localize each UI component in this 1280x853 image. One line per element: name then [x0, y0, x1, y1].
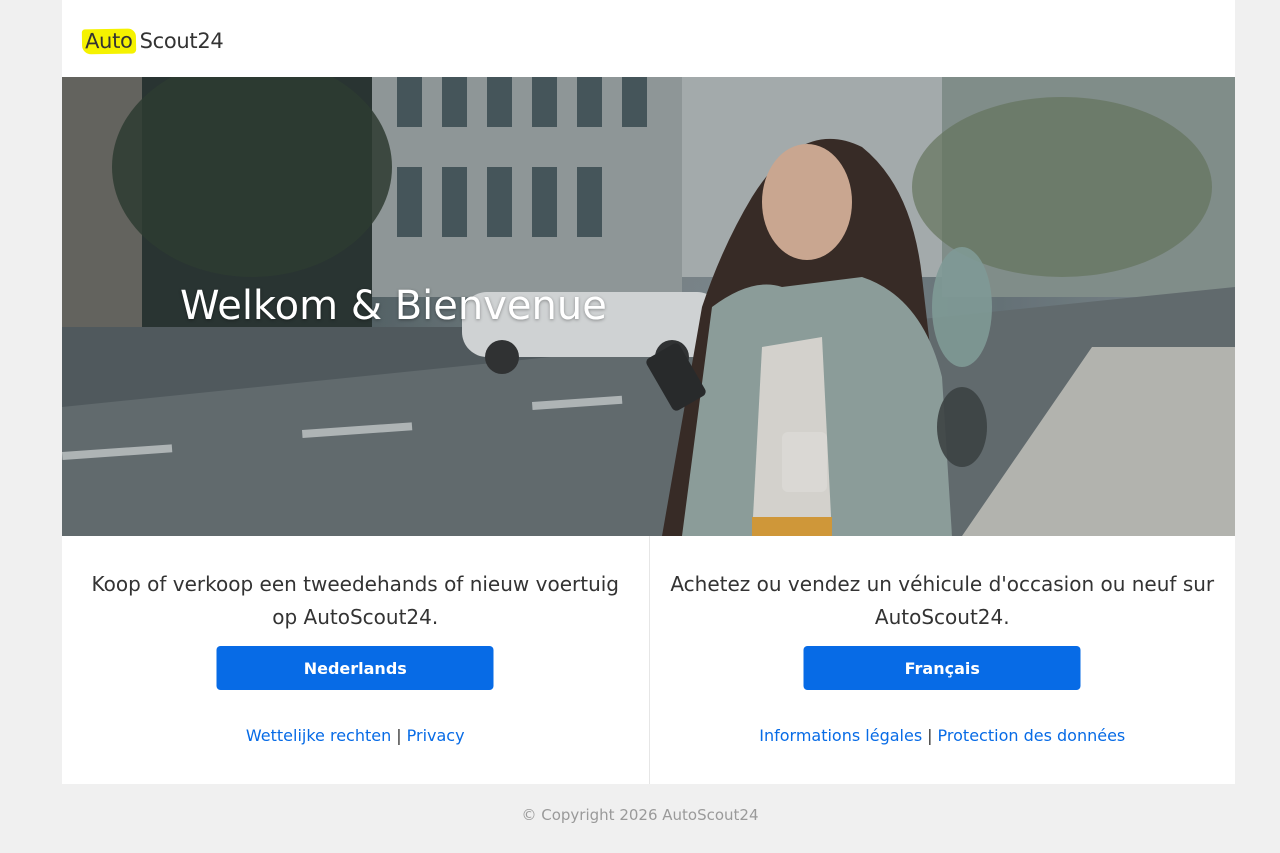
autoscout24-logo[interactable]: Auto Scout24 [81, 26, 224, 56]
dutch-links: Wettelijke rechten | Privacy [62, 726, 649, 745]
hero-title: Welkom & Bienvenue [180, 283, 607, 329]
french-column: Achetez ou vendez un véhicule d'occasion… [648, 536, 1236, 784]
french-description: Achetez ou vendez un véhicule d'occasion… [670, 572, 1215, 629]
data-protection-link[interactable]: Protection des données [938, 726, 1126, 745]
logo-auto-text: Auto [81, 28, 136, 54]
french-links: Informations légales | Protection des donn… [650, 726, 1236, 745]
language-columns: Koop of verkoop een tweedehands of nieuw… [62, 536, 1235, 784]
french-language-button[interactable]: Français [803, 646, 1081, 690]
copyright-footer: © Copyright 2026 AutoScout24 [521, 806, 759, 824]
legal-rights-link[interactable]: Wettelijke rechten [246, 726, 391, 745]
dutch-column: Koop of verkoop een tweedehands of nieuw… [62, 536, 649, 784]
header: Auto Scout24 [62, 0, 1235, 77]
dutch-description: Koop of verkoop een tweedehands of nieuw… [91, 572, 620, 629]
link-separator: | [396, 726, 402, 745]
link-separator: | [927, 726, 933, 745]
privacy-link[interactable]: Privacy [407, 726, 465, 745]
page-container: Auto Scout24 Welkom & Bienvenue Koop of … [62, 0, 1235, 784]
logo-scout-text: Scout24 [139, 29, 224, 53]
legal-information-link[interactable]: Informations légales [759, 726, 922, 745]
dutch-language-button[interactable]: Nederlands [216, 646, 494, 690]
hero-banner: Welkom & Bienvenue [62, 77, 1235, 536]
